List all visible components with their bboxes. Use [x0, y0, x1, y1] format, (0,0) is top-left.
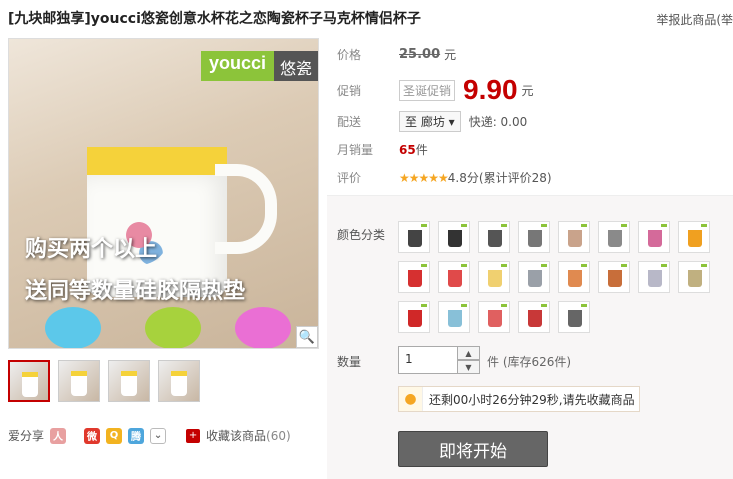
price-row: 价格 25.00 元 — [337, 46, 456, 63]
monthly-sales-unit: 件 — [415, 143, 428, 157]
share-weibo-icon[interactable]: 微 — [84, 427, 101, 444]
color-swatch[interactable] — [638, 261, 670, 293]
share-tencent-icon[interactable]: 腾 — [128, 427, 145, 444]
share-bar: 爱分享 人 微 Q 腾 ⌄ + 收藏该商品(60) — [8, 427, 291, 444]
color-swatch[interactable] — [518, 261, 550, 293]
color-swatch[interactable] — [678, 221, 710, 253]
shipping-fee: 快递: 0.00 — [468, 115, 528, 129]
decrement-icon[interactable]: ▼ — [458, 360, 480, 374]
favorite-link[interactable]: 收藏该商品(60) — [206, 427, 291, 444]
sales-row: 月销量 65 件 — [337, 141, 428, 158]
silicone-pad-green — [145, 307, 201, 348]
magnifier-icon[interactable]: 🔍 — [296, 326, 318, 348]
color-swatch[interactable] — [598, 221, 630, 253]
promo-price-unit: 元 — [521, 83, 534, 98]
color-swatch[interactable] — [438, 261, 470, 293]
chevron-down-icon: ▾ — [448, 115, 455, 129]
original-price: 25.00 — [399, 47, 441, 62]
thumbnail-4[interactable] — [158, 360, 200, 402]
rating-row: 评价 ★★★★★ 4.8分(累计评价28) — [337, 169, 552, 186]
color-swatch[interactable] — [478, 221, 510, 253]
share-qzone-icon[interactable]: Q — [106, 427, 123, 444]
thumbnail-1[interactable] — [8, 360, 50, 402]
quantity-stepper[interactable]: ▲ ▼ — [458, 346, 480, 374]
color-swatch[interactable] — [398, 221, 430, 253]
countdown-text: 还剩00小时26分钟29秒,请先收藏商品 — [429, 392, 635, 407]
mug-handle — [215, 164, 277, 254]
color-swatch[interactable] — [558, 301, 590, 333]
favorite-label[interactable]: 收藏该商品 — [206, 429, 266, 443]
monthly-sales-value: 65 — [399, 142, 416, 157]
countdown-notice: ● 还剩00小时26分钟29秒,请先收藏商品 — [398, 386, 640, 412]
color-swatch[interactable] — [638, 221, 670, 253]
brand-logo-cn: 悠瓷 — [273, 51, 318, 81]
share-label: 爱分享 — [8, 429, 45, 443]
increment-icon[interactable]: ▲ — [458, 346, 480, 360]
promo-row: 促销 圣诞促销 9.90 元 — [337, 74, 534, 106]
sku-panel: 颜色分类 数量 1 ▲ ▼ 件 (库存626件) ● 还剩00小时26分钟29秒… — [327, 195, 733, 479]
shipping-destination-value: 至 廊坊 — [405, 115, 445, 129]
color-swatch[interactable] — [478, 301, 510, 333]
color-swatches — [398, 221, 718, 333]
quantity-label: 数量 — [337, 355, 362, 369]
buy-button[interactable]: 即将开始 — [398, 431, 548, 467]
quantity-input[interactable]: 1 — [398, 346, 458, 374]
product-title: [九块邮独享]youcci悠瓷创意水杯花之恋陶瓷杯子马克杯情侣杯子 — [8, 11, 421, 27]
lightbulb-icon: ● — [399, 387, 423, 411]
color-category-label: 颜色分类 — [337, 228, 386, 242]
chevron-down-icon[interactable]: ⌄ — [150, 427, 167, 444]
brand-logo: youcci 悠瓷 — [200, 51, 318, 81]
promo-price: 9.90 — [463, 74, 518, 105]
shipping-label: 配送 — [337, 115, 362, 129]
shipping-destination-select[interactable]: 至 廊坊 ▾ — [399, 111, 461, 132]
color-swatch[interactable] — [558, 261, 590, 293]
stock-info: 件 (库存626件) — [487, 355, 572, 369]
promo-text-line1: 购买两个以上 — [25, 237, 158, 262]
report-product-link[interactable]: 举报此商品(举 — [656, 11, 733, 28]
shipping-row: 配送 至 廊坊 ▾ 快递: 0.00 — [337, 111, 527, 132]
color-swatch[interactable] — [598, 261, 630, 293]
price-label: 价格 — [337, 48, 362, 62]
promo-tag: 圣诞促销 — [399, 79, 456, 101]
rating-text[interactable]: 4.8分(累计评价28) — [448, 169, 552, 186]
rating-label: 评价 — [337, 171, 362, 185]
color-swatch[interactable] — [518, 221, 550, 253]
color-swatch[interactable] — [398, 261, 430, 293]
share-renren-icon[interactable]: 人 — [50, 427, 67, 444]
main-product-image[interactable]: youcci 悠瓷 购买两个以上 送同等数量硅胶隔热垫 🔍 — [8, 38, 319, 349]
color-swatch[interactable] — [558, 221, 590, 253]
favorite-icon[interactable]: + — [186, 428, 201, 443]
promo-label: 促销 — [337, 83, 362, 98]
color-swatch[interactable] — [478, 261, 510, 293]
color-swatch[interactable] — [438, 221, 470, 253]
thumbnail-3[interactable] — [108, 360, 150, 402]
favorite-count: (60) — [266, 429, 291, 443]
brand-logo-en: youcci — [200, 51, 274, 81]
price-unit: 元 — [444, 48, 457, 62]
promo-text-line2: 送同等数量硅胶隔热垫 — [25, 279, 246, 304]
silicone-pad-blue — [45, 307, 101, 348]
color-swatch[interactable] — [678, 261, 710, 293]
thumbnail-2[interactable] — [58, 360, 100, 402]
color-swatch[interactable] — [438, 301, 470, 333]
thumbnail-strip — [8, 360, 200, 402]
color-swatch[interactable] — [518, 301, 550, 333]
color-swatch[interactable] — [398, 301, 430, 333]
monthly-sales-label: 月销量 — [337, 143, 374, 157]
silicone-pad-pink — [235, 307, 291, 348]
rating-stars: ★★★★★ — [399, 170, 449, 185]
